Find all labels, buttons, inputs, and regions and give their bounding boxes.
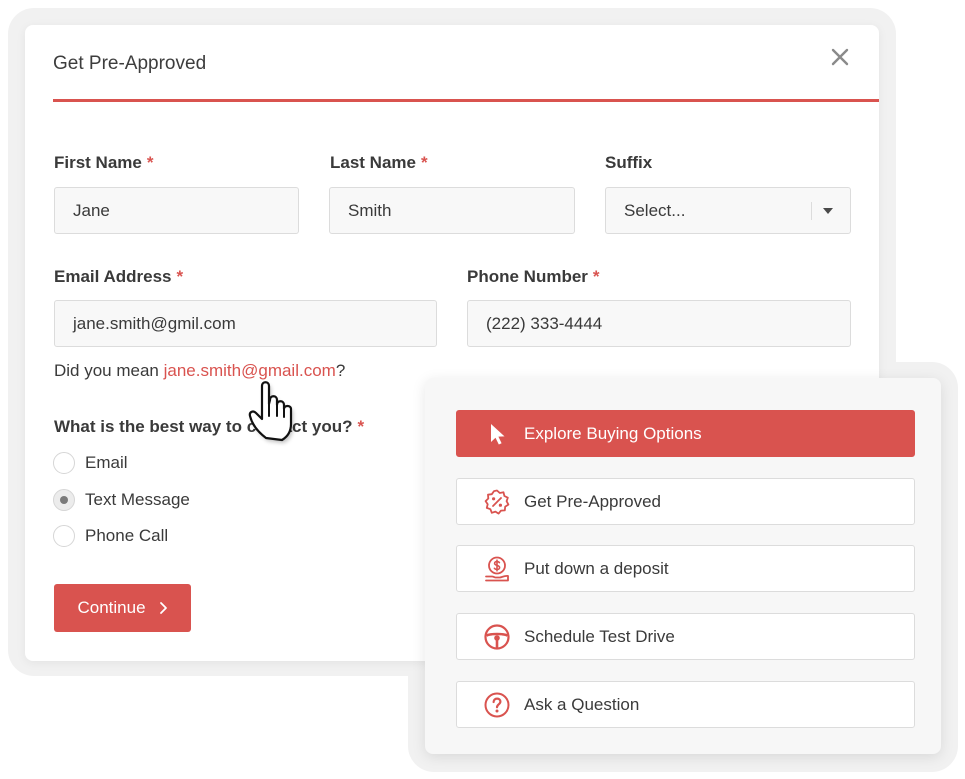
required-asterisk: * bbox=[146, 153, 154, 172]
steering-wheel-icon bbox=[484, 623, 510, 650]
radio-label: Text Message bbox=[85, 490, 190, 509]
buying-options-menu: Explore Buying Options Get Pre-Approved … bbox=[425, 378, 941, 754]
close-button[interactable] bbox=[826, 43, 854, 71]
email-input[interactable]: jane.smith@gmil.com bbox=[54, 300, 437, 347]
required-asterisk: * bbox=[176, 267, 184, 286]
last-name-input[interactable]: Smith bbox=[329, 187, 575, 234]
percent-badge-icon bbox=[484, 489, 510, 514]
menu-item-label: Schedule Test Drive bbox=[524, 626, 675, 646]
continue-label: Continue bbox=[77, 598, 146, 617]
cursor-arrow-icon bbox=[491, 423, 505, 444]
radio-button-selected[interactable] bbox=[53, 489, 75, 511]
last-name-value: Smith bbox=[348, 201, 392, 220]
continue-button[interactable]: Continue bbox=[54, 584, 191, 632]
select-divider bbox=[811, 202, 812, 220]
menu-item-schedule-test-drive[interactable]: Schedule Test Drive bbox=[456, 613, 915, 660]
suffix-label: Suffix bbox=[605, 153, 653, 172]
menu-item-explore-buying-options[interactable]: Explore Buying Options bbox=[456, 410, 915, 457]
menu-item-label: Explore Buying Options bbox=[524, 423, 702, 443]
phone-value: (222) 333-4444 bbox=[486, 314, 603, 333]
radio-button[interactable] bbox=[53, 525, 75, 547]
chevron-right-icon bbox=[159, 602, 167, 614]
close-icon bbox=[831, 48, 849, 66]
required-asterisk: * bbox=[420, 153, 428, 172]
phone-input[interactable]: (222) 333-4444 bbox=[467, 300, 851, 347]
dollar-hand-icon bbox=[485, 556, 509, 581]
chevron-down-icon bbox=[823, 208, 833, 214]
required-asterisk: * bbox=[592, 267, 600, 286]
menu-item-label: Put down a deposit bbox=[524, 558, 669, 578]
first-name-label: First Name * bbox=[54, 153, 154, 172]
menu-item-put-down-deposit[interactable]: Put down a deposit bbox=[456, 545, 915, 592]
first-name-input[interactable]: Jane bbox=[54, 187, 299, 234]
menu-item-get-pre-approved[interactable]: Get Pre-Approved bbox=[456, 478, 915, 525]
email-label: Email Address * bbox=[54, 267, 184, 286]
menu-item-ask-a-question[interactable]: Ask a Question bbox=[456, 681, 915, 728]
contact-question-label: What is the best way to contact you? * bbox=[54, 417, 365, 436]
suffix-select[interactable]: Select... bbox=[605, 187, 851, 234]
radio-label: Phone Call bbox=[85, 526, 169, 545]
hand-pointer-icon bbox=[248, 381, 293, 443]
radio-option-email[interactable]: Email bbox=[53, 451, 128, 475]
phone-label: Phone Number * bbox=[467, 267, 600, 286]
dialog-title: Get Pre-Approved bbox=[53, 53, 207, 74]
radio-option-phone-call[interactable]: Phone Call bbox=[53, 524, 168, 548]
radio-button[interactable] bbox=[53, 452, 75, 474]
last-name-label: Last Name * bbox=[330, 153, 428, 172]
menu-item-label: Ask a Question bbox=[524, 694, 640, 714]
question-circle-icon bbox=[484, 692, 510, 717]
required-asterisk: * bbox=[357, 417, 365, 436]
menu-item-label: Get Pre-Approved bbox=[524, 491, 662, 511]
email-value: jane.smith@gmil.com bbox=[73, 314, 236, 333]
suffix-placeholder: Select... bbox=[624, 201, 686, 220]
radio-label: Email bbox=[85, 453, 128, 472]
title-divider bbox=[53, 99, 879, 102]
radio-option-text-message[interactable]: Text Message bbox=[53, 488, 190, 512]
first-name-value: Jane bbox=[73, 201, 110, 220]
